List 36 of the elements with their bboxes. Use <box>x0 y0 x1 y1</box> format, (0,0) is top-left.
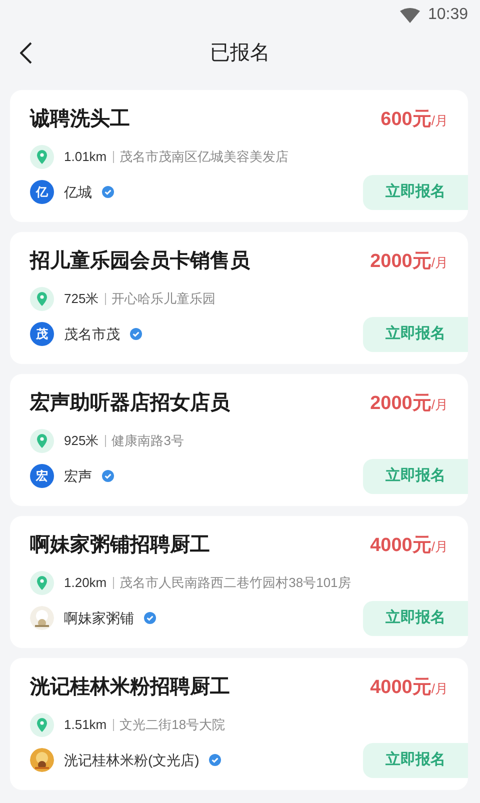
job-location: 1.51km 文光二街18号大院 <box>64 716 226 734</box>
status-time: 10:39 <box>428 5 468 25</box>
location-icon <box>30 712 54 736</box>
salary: 4000元/月 <box>370 676 448 700</box>
job-location: 1.01km 茂名市茂南区亿城美容美发店 <box>64 148 289 166</box>
location-icon <box>30 286 54 310</box>
job-location: 925米 健康南路3号 <box>64 432 184 450</box>
job-location: 1.20km 茂名市人民南路西二巷竹园村38号101房 <box>64 574 351 592</box>
job-title: 洸记桂林米粉招聘厨工 <box>30 675 230 700</box>
page-title: 已报名 <box>210 41 270 66</box>
job-card[interactable]: 洸记桂林米粉招聘厨工 4000元/月 1.51km 文光二街18号大院 洸记桂林米粉(文光店) 立即报名 <box>10 658 468 790</box>
company-name: 洸记桂林米粉(文光店) <box>64 750 200 770</box>
job-title: 宏声助听器店招女店员 <box>30 390 230 416</box>
job-title: 啊妹家粥铺招聘厨工 <box>30 532 210 558</box>
job-title: 诚聘洗头工 <box>30 107 130 132</box>
company-logo: 宏 <box>30 464 54 488</box>
job-title: 招儿童乐园会员卡销售员 <box>30 248 250 274</box>
job-location: 725米 开心哈乐儿童乐园 <box>64 290 216 308</box>
wifi-icon <box>400 8 420 22</box>
company-name: 宏声 <box>64 466 92 486</box>
salary: 600元/月 <box>380 108 448 132</box>
company-name: 啊妹家粥铺 <box>64 608 134 628</box>
job-card[interactable]: 诚聘洗头工 600元/月 1.01km 茂名市茂南区亿城美容美发店 亿 亿城 立即报名 <box>10 90 468 222</box>
company-logo: 茂 <box>30 322 54 346</box>
company-name: 茂名市茂 <box>64 324 120 344</box>
salary: 2000元/月 <box>370 392 448 416</box>
location-icon <box>30 570 54 594</box>
company-logo: 亿 <box>30 180 54 204</box>
job-card[interactable]: 宏声助听器店招女店员 2000元/月 925米 健康南路3号 宏 宏声 立即报名 <box>10 374 468 506</box>
salary: 4000元/月 <box>370 534 448 558</box>
job-card[interactable]: 啊妹家粥铺招聘厨工 4000元/月 1.20km 茂名市人民南路西二巷竹园村38号101房 啊妹家粥铺 立即报名 <box>10 516 468 648</box>
location-icon <box>30 428 54 452</box>
salary: 2000元/月 <box>370 250 448 274</box>
job-card[interactable]: 招儿童乐园会员卡销售员 2000元/月 725米 开心哈乐儿童乐园 茂 茂名市茂 立即报名 <box>10 232 468 364</box>
company-name: 亿城 <box>64 182 92 202</box>
location-icon <box>30 144 54 168</box>
